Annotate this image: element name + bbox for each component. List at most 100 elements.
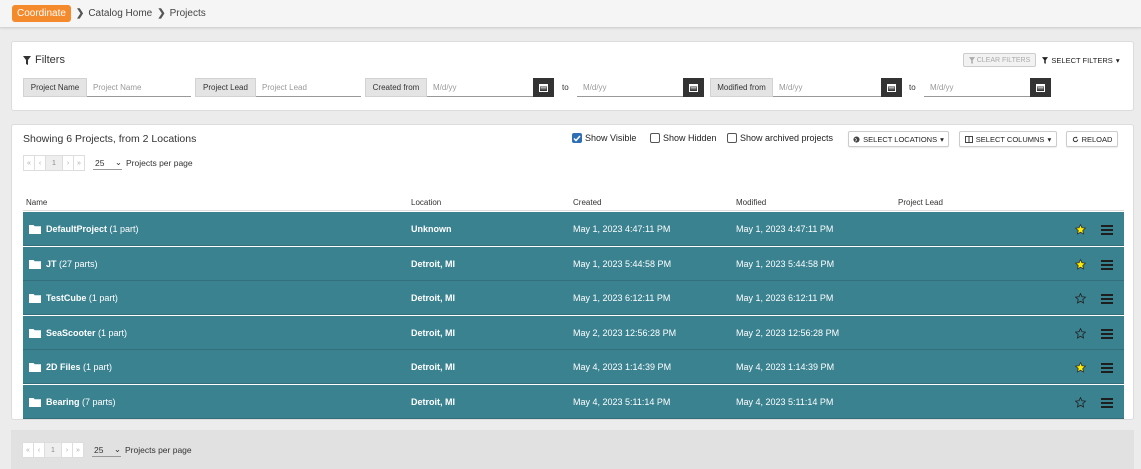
breadcrumb-projects: Projects bbox=[169, 8, 206, 19]
per-page-value: 25 bbox=[94, 444, 104, 455]
show-archived-checkbox[interactable]: Show archived projects bbox=[727, 133, 833, 143]
created-to-label: to bbox=[562, 83, 569, 92]
created-to-input[interactable] bbox=[577, 78, 683, 97]
project-modified: May 2, 2023 12:56:28 PM bbox=[736, 327, 840, 338]
table-row[interactable]: SeaScooter (1 part) Detroit, MI May 2, 202… bbox=[23, 315, 1124, 350]
project-parts: (7 parts) bbox=[82, 396, 116, 407]
star-outline-icon[interactable] bbox=[1075, 293, 1086, 304]
table-row[interactable]: DefaultProject (1 part) Unknown May 1, 202… bbox=[23, 212, 1124, 246]
folder-icon bbox=[29, 363, 41, 372]
column-header-location[interactable]: Location bbox=[411, 198, 441, 207]
select-columns-button[interactable]: SELECT COLUMNS ▾ bbox=[959, 131, 1057, 147]
projects-table-body: DefaultProject (1 part) Unknown May 1, 202… bbox=[23, 212, 1124, 419]
per-page-select[interactable]: 25 ⌄ bbox=[93, 156, 122, 170]
star-outline-icon[interactable] bbox=[1075, 396, 1086, 408]
project-name-cell[interactable]: DefaultProject (1 part) bbox=[46, 224, 139, 234]
hamburger-menu-icon[interactable] bbox=[1101, 259, 1113, 270]
project-name-input[interactable] bbox=[87, 78, 191, 97]
project-location: Detroit, MI bbox=[411, 362, 455, 372]
table-row[interactable]: Bearing (7 parts) Detroit, MI May 4, 2023 … bbox=[23, 384, 1124, 419]
project-parts: (1 part) bbox=[83, 362, 113, 372]
chevron-right-icon: ❯ bbox=[75, 8, 85, 19]
show-hidden-label: Show Hidden bbox=[663, 133, 717, 143]
project-created: May 4, 2023 1:14:39 PM bbox=[573, 362, 672, 372]
reload-icon bbox=[1072, 135, 1078, 142]
project-lead-input[interactable] bbox=[256, 78, 361, 97]
project-name-cell[interactable]: SeaScooter (1 part) bbox=[46, 328, 127, 338]
modified-to-label: to bbox=[909, 83, 916, 92]
star-outline-icon[interactable] bbox=[1075, 327, 1086, 339]
page-1-button[interactable]: 1 bbox=[44, 442, 62, 458]
project-parts: (1 part) bbox=[88, 293, 118, 303]
pagination-bottom: « ‹ 1 › » 25 ⌄ Projects per page bbox=[22, 442, 192, 458]
column-header-name[interactable]: Name bbox=[26, 198, 47, 207]
project-parts: (1 part) bbox=[98, 327, 128, 338]
select-locations-button[interactable]: SELECT LOCATIONS ▾ bbox=[848, 131, 949, 147]
table-row[interactable]: TestCube (1 part) Detroit, MI May 1, 2023 … bbox=[23, 281, 1124, 315]
modified-to-input[interactable] bbox=[924, 78, 1030, 97]
star-filled-icon[interactable] bbox=[1075, 224, 1086, 235]
created-from-input[interactable] bbox=[427, 78, 533, 97]
show-archived-label: Show archived projects bbox=[740, 133, 834, 143]
project-name: TestCube bbox=[46, 293, 87, 303]
hamburger-menu-icon[interactable] bbox=[1101, 225, 1113, 235]
column-header-modified[interactable]: Modified bbox=[736, 198, 766, 207]
project-modified: May 1, 2023 4:47:11 PM bbox=[736, 224, 834, 234]
reload-button[interactable]: RELOAD bbox=[1066, 131, 1118, 147]
folder-icon bbox=[29, 259, 41, 269]
modified-from-input[interactable] bbox=[773, 78, 881, 97]
page-1-button[interactable]: 1 bbox=[45, 155, 63, 171]
reload-label: RELOAD bbox=[1081, 134, 1113, 144]
hamburger-menu-icon[interactable] bbox=[1101, 328, 1113, 339]
hamburger-menu-icon[interactable] bbox=[1101, 363, 1113, 373]
project-name: SeaScooter bbox=[46, 327, 96, 338]
clear-filters-button[interactable]: CLEAR FILTERS bbox=[963, 53, 1036, 67]
last-page-button[interactable]: » bbox=[72, 442, 84, 458]
column-header-created[interactable]: Created bbox=[573, 198, 601, 207]
columns-icon bbox=[964, 135, 973, 143]
per-page-value: 25 bbox=[95, 157, 105, 168]
project-created: May 1, 2023 4:47:11 PM bbox=[573, 224, 671, 234]
per-page-control: 25 ⌄ Projects per page bbox=[92, 443, 192, 457]
project-modified: May 1, 2023 5:44:58 PM bbox=[736, 258, 835, 269]
project-name-cell[interactable]: 2D Files (1 part) bbox=[46, 362, 112, 372]
star-filled-icon[interactable] bbox=[1075, 258, 1086, 270]
filters-panel: Filters CLEAR FILTERS SELECT FILTERS ▾ P… bbox=[11, 41, 1134, 111]
brand-button[interactable]: Coordinate bbox=[12, 5, 71, 22]
calendar-icon[interactable] bbox=[881, 78, 902, 97]
checkbox-unchecked-icon bbox=[650, 133, 660, 143]
top-bar: Coordinate ❯ Catalog Home ❯ Projects bbox=[0, 0, 1141, 28]
show-hidden-checkbox[interactable]: Show Hidden bbox=[650, 133, 717, 143]
table-row[interactable]: 2D Files (1 part) Detroit, MI May 4, 2023 … bbox=[23, 350, 1124, 384]
column-header-project-lead[interactable]: Project Lead bbox=[898, 198, 943, 207]
folder-icon bbox=[29, 397, 41, 407]
calendar-icon[interactable] bbox=[683, 78, 704, 97]
project-created: May 1, 2023 6:12:11 PM bbox=[573, 293, 671, 303]
projects-panel: Showing 6 Projects, from 2 Locations Sho… bbox=[11, 124, 1134, 420]
hamburger-menu-icon[interactable] bbox=[1101, 294, 1113, 304]
last-page-button[interactable]: » bbox=[73, 155, 85, 171]
project-name-cell[interactable]: Bearing (7 parts) bbox=[46, 397, 116, 407]
project-name-cell[interactable]: JT (27 parts) bbox=[46, 259, 98, 269]
hamburger-menu-icon[interactable] bbox=[1101, 397, 1113, 408]
folder-icon bbox=[29, 225, 41, 234]
project-name: DefaultProject bbox=[46, 224, 108, 234]
project-name-label: Project Name bbox=[23, 78, 87, 97]
show-visible-checkbox[interactable]: Show Visible bbox=[572, 133, 636, 143]
calendar-icon[interactable] bbox=[533, 78, 554, 97]
project-name-cell[interactable]: TestCube (1 part) bbox=[46, 293, 118, 303]
project-parts: (27 parts) bbox=[59, 258, 98, 269]
showing-summary: Showing 6 Projects, from 2 Locations bbox=[23, 133, 197, 145]
table-row[interactable]: JT (27 parts) Detroit, MI May 1, 2023 5:44… bbox=[23, 246, 1124, 281]
globe-icon bbox=[853, 135, 860, 143]
per-page-control: 25 ⌄ Projects per page bbox=[93, 156, 193, 170]
project-name: Bearing bbox=[46, 396, 80, 407]
per-page-select[interactable]: 25 ⌄ bbox=[92, 443, 121, 457]
star-filled-icon[interactable] bbox=[1075, 362, 1086, 373]
filter-icon bbox=[23, 55, 31, 65]
caret-down-icon: ▾ bbox=[1115, 55, 1120, 65]
select-filters-button[interactable]: SELECT FILTERS ▾ bbox=[1038, 53, 1124, 67]
breadcrumb-catalog-home[interactable]: Catalog Home bbox=[88, 8, 152, 19]
filter-icon bbox=[968, 56, 975, 64]
calendar-icon[interactable] bbox=[1030, 78, 1051, 97]
